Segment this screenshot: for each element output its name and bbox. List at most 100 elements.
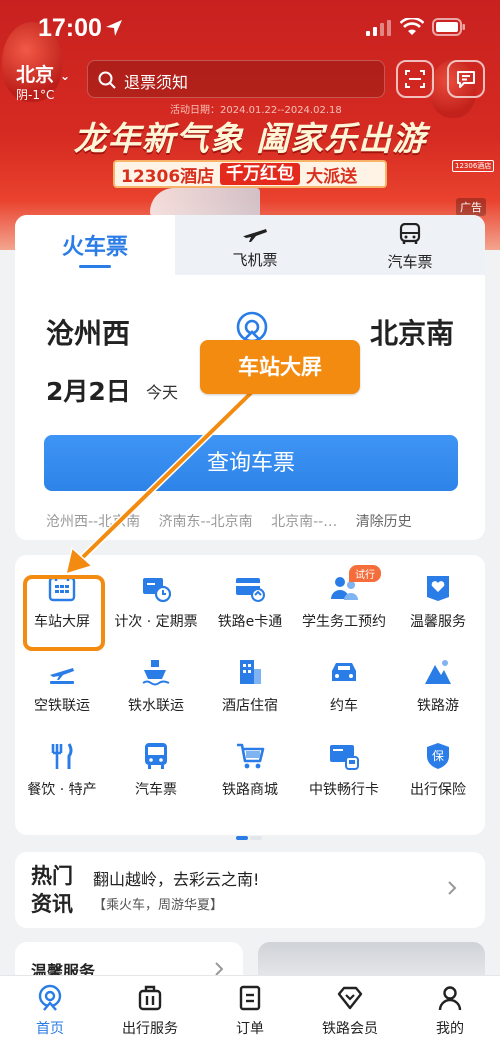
pager-dot xyxy=(250,836,262,840)
service-label: 铁水联运 xyxy=(128,698,184,714)
tag-line: 资讯 xyxy=(31,891,73,916)
city-selector[interactable]: 北京 ⌄ xyxy=(16,60,70,87)
service-label: 酒店住宿 xyxy=(222,698,278,714)
service-warm-care[interactable]: 温馨服务 xyxy=(391,565,485,639)
trial-badge: 试行 xyxy=(349,565,381,582)
promo-giveaway: 大派送 xyxy=(306,166,358,187)
service-label: 铁路e卡通 xyxy=(217,614,283,630)
tab-bus-ticket[interactable]: 汽车票 xyxy=(335,215,485,275)
weather-info: 阴-1°C xyxy=(16,88,55,102)
scan-button[interactable] xyxy=(396,60,434,98)
bottom-navigation: 首页 出行服务 订单 铁路会员 我的 xyxy=(0,975,500,1063)
nav-label: 我的 xyxy=(436,1021,464,1037)
wifi-icon xyxy=(400,18,424,35)
banner-slogan: 龙年新气象 阖家乐出游 xyxy=(73,119,427,158)
nav-home[interactable]: 首页 xyxy=(0,984,100,1038)
message-button[interactable] xyxy=(447,60,485,98)
bus-icon xyxy=(145,743,167,769)
plane-train-icon xyxy=(50,668,74,684)
nav-membership[interactable]: 铁路会员 xyxy=(300,984,400,1038)
date-relative: 今天 xyxy=(146,383,179,402)
search-bar[interactable]: 退票须知 xyxy=(87,60,385,98)
news-subtitle: 【乘火车，周游华夏】 xyxy=(93,898,224,913)
service-count-ticket[interactable]: 计次 · 定期票 xyxy=(109,565,203,639)
luggage-icon xyxy=(138,985,162,1011)
hot-news-tag: 热门 资讯 xyxy=(31,862,73,918)
service-rail-pass[interactable]: 中铁畅行卡 xyxy=(297,733,391,807)
service-label: 汽车票 xyxy=(135,782,177,798)
top-bar: 北京 ⌄ 阴-1°C 退票须知 xyxy=(0,58,500,104)
nav-label: 订单 xyxy=(236,1021,264,1037)
service-ride[interactable]: 约车 xyxy=(297,649,391,723)
service-air-rail[interactable]: 空铁联运 xyxy=(15,649,109,723)
diamond-icon xyxy=(337,986,363,1010)
cellular-signal-icon xyxy=(366,20,391,36)
news-title: 翻山越岭，去彩云之南! xyxy=(93,870,260,889)
nav-travel-service[interactable]: 出行服务 xyxy=(100,984,200,1038)
status-bar: 17:00 xyxy=(0,14,500,48)
service-food[interactable]: 餐饮 · 特产 xyxy=(15,733,109,807)
nav-label: 出行服务 xyxy=(122,1021,178,1037)
service-rail-tour[interactable]: 铁路游 xyxy=(391,649,485,723)
search-placeholder: 退票须知 xyxy=(124,73,189,92)
ad-badge: 广告 xyxy=(456,198,486,216)
departure-date[interactable]: 2月2日 xyxy=(46,372,131,408)
grid-pager xyxy=(236,825,262,844)
station-screen-callout: 车站大屏 xyxy=(200,340,360,394)
svg-text:保: 保 xyxy=(432,749,444,763)
query-tickets-button[interactable]: 查询车票 xyxy=(44,435,458,491)
cutlery-icon xyxy=(51,743,73,769)
pager-dot-active xyxy=(236,836,248,840)
shield-icon: 保 xyxy=(427,743,449,769)
status-time: 17:00 xyxy=(38,14,102,42)
service-ecard[interactable]: 铁路e卡通 xyxy=(203,565,297,639)
card-icon xyxy=(236,578,265,602)
hotel-tag: 12306酒店 xyxy=(452,160,495,172)
hot-news-card[interactable]: 热门 资讯 翻山越岭，去彩云之南! 【乘火车，周游华夏】 xyxy=(15,852,485,928)
hotel-icon xyxy=(240,660,261,684)
home-railway-icon xyxy=(38,984,62,1011)
service-bus-ticket[interactable]: 汽车票 xyxy=(109,733,203,807)
promo-strip[interactable]: 12306酒店 千万红包 大派送 xyxy=(113,160,387,188)
cart-icon xyxy=(237,743,265,769)
service-rail-mall[interactable]: 铁路商城 xyxy=(203,733,297,807)
swap-stations-icon[interactable] xyxy=(235,310,269,344)
arrival-station[interactable]: 北京南 xyxy=(370,312,454,352)
tab-label: 火车票 xyxy=(61,235,128,260)
nav-profile[interactable]: 我的 xyxy=(400,984,500,1038)
tab-label: 飞机票 xyxy=(232,251,278,269)
promo-redpacket: 千万红包 xyxy=(220,163,301,185)
service-label: 学生务工预约 xyxy=(302,614,386,630)
history-item[interactable]: 沧州西--北京南 xyxy=(46,514,140,530)
service-hotel[interactable]: 酒店住宿 xyxy=(203,649,297,723)
tag-line: 热门 xyxy=(31,863,73,888)
nav-orders[interactable]: 订单 xyxy=(200,984,300,1038)
service-label: 计次 · 定期票 xyxy=(114,614,198,630)
heart-icon xyxy=(427,576,449,601)
tab-train-ticket[interactable]: 火车票 xyxy=(15,215,175,275)
service-label: 铁路游 xyxy=(417,698,459,714)
service-label: 约车 xyxy=(330,698,358,714)
service-insurance[interactable]: 保 出行保险 xyxy=(391,733,485,807)
history-item[interactable]: 北京南--… xyxy=(271,514,337,530)
departure-station[interactable]: 沧州西 xyxy=(46,312,130,352)
service-label: 中铁畅行卡 xyxy=(309,782,379,798)
nav-label: 铁路会员 xyxy=(322,1021,378,1037)
location-arrow-icon xyxy=(106,20,122,36)
promo-hotel: 12306酒店 xyxy=(121,166,215,187)
clear-history-button[interactable]: 清除历史 xyxy=(356,514,412,530)
history-item[interactable]: 济南东--北京南 xyxy=(159,514,253,530)
nav-label: 首页 xyxy=(36,1021,64,1037)
chevron-right-icon xyxy=(215,962,223,976)
bus-icon xyxy=(399,222,421,244)
plane-icon xyxy=(243,229,267,242)
ticket-clock-icon xyxy=(143,578,171,603)
order-list-icon xyxy=(239,985,261,1011)
ship-icon xyxy=(142,660,170,686)
service-rail-water[interactable]: 铁水联运 xyxy=(109,649,203,723)
search-history: 沧州西--北京南 济南东--北京南 北京南--… 清除历史 xyxy=(46,511,466,531)
search-icon xyxy=(98,71,116,89)
tab-plane-ticket[interactable]: 飞机票 xyxy=(185,215,325,275)
station-screen-highlight xyxy=(23,575,105,651)
message-icon xyxy=(457,71,475,88)
